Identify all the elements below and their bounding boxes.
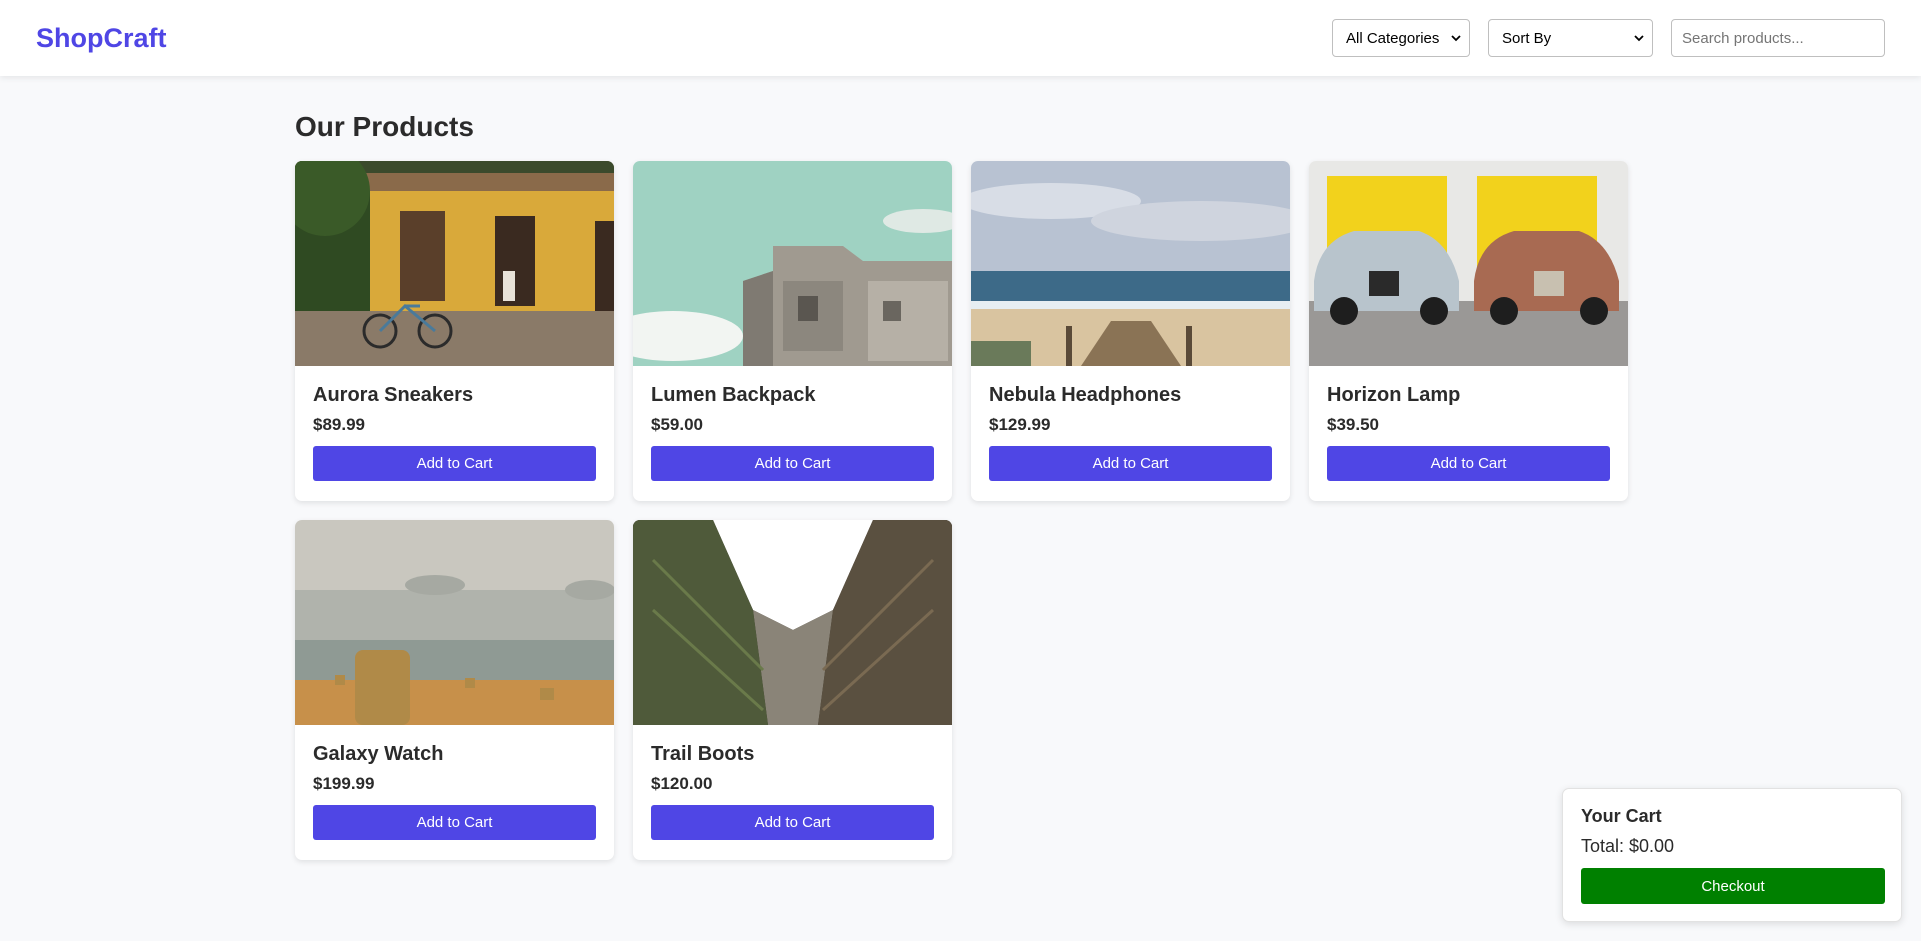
filter-controls: All Categories Sort By <box>1332 19 1885 57</box>
shop-logo[interactable]: ShopCraft <box>36 23 167 54</box>
cart-title: Your Cart <box>1581 806 1662 826</box>
product-name: Aurora Sneakers <box>313 384 474 406</box>
add-to-cart-button[interactable]: Add to Cart <box>651 446 934 481</box>
cart-total: Total: $0.00 <box>1581 836 1675 856</box>
sort-select-value: Sort By <box>1502 29 1552 47</box>
product-image[interactable] <box>295 161 614 366</box>
product-card: Lumen Backpack $59.00 Add to Cart <box>633 161 952 501</box>
product-name: Lumen Backpack <box>651 384 816 406</box>
add-to-cart-button[interactable]: Add to Cart <box>989 446 1272 481</box>
product-card: Horizon Lamp $39.50 Add to Cart <box>1309 161 1628 501</box>
category-select-value: All Categories <box>1346 29 1440 47</box>
product-price: $129.99 <box>989 415 1051 434</box>
product-name: Nebula Headphones <box>989 384 1182 406</box>
cart-panel: Your Cart Total: $0.00 Checkout <box>1562 788 1902 922</box>
product-price: $39.50 <box>1327 415 1379 434</box>
chevron-down-icon <box>1634 35 1644 42</box>
add-to-cart-button[interactable]: Add to Cart <box>1327 446 1610 481</box>
product-image[interactable] <box>633 520 952 725</box>
product-price: $59.00 <box>651 415 703 434</box>
sort-select[interactable]: Sort By <box>1488 19 1653 57</box>
add-to-cart-button[interactable]: Add to Cart <box>313 446 596 481</box>
product-image[interactable] <box>1309 161 1628 366</box>
product-price: $199.99 <box>313 774 375 793</box>
product-card: Aurora Sneakers $89.99 Add to Cart <box>295 161 614 501</box>
product-card: Galaxy Watch $199.99 Add to Cart <box>295 520 614 860</box>
product-image[interactable] <box>633 161 952 366</box>
product-card: Trail Boots $120.00 Add to Cart <box>633 520 952 860</box>
product-price: $120.00 <box>651 774 713 793</box>
page-title: Our Products <box>295 111 474 142</box>
checkout-button[interactable]: Checkout <box>1581 868 1885 904</box>
add-to-cart-button[interactable]: Add to Cart <box>313 805 596 840</box>
product-grid: Aurora Sneakers $89.99 Add to Cart Lumen… <box>295 161 1628 860</box>
product-image[interactable] <box>971 161 1290 366</box>
product-name: Trail Boots <box>651 743 755 765</box>
chevron-down-icon <box>1451 35 1461 42</box>
top-bar: ShopCraft All Categories Sort By <box>0 0 1921 76</box>
search-input[interactable] <box>1671 19 1885 57</box>
product-image[interactable] <box>295 520 614 725</box>
product-card: Nebula Headphones $129.99 Add to Cart <box>971 161 1290 501</box>
product-price: $89.99 <box>313 415 365 434</box>
product-name: Galaxy Watch <box>313 743 444 765</box>
product-name: Horizon Lamp <box>1327 384 1461 406</box>
category-select[interactable]: All Categories <box>1332 19 1470 57</box>
add-to-cart-button[interactable]: Add to Cart <box>651 805 934 840</box>
